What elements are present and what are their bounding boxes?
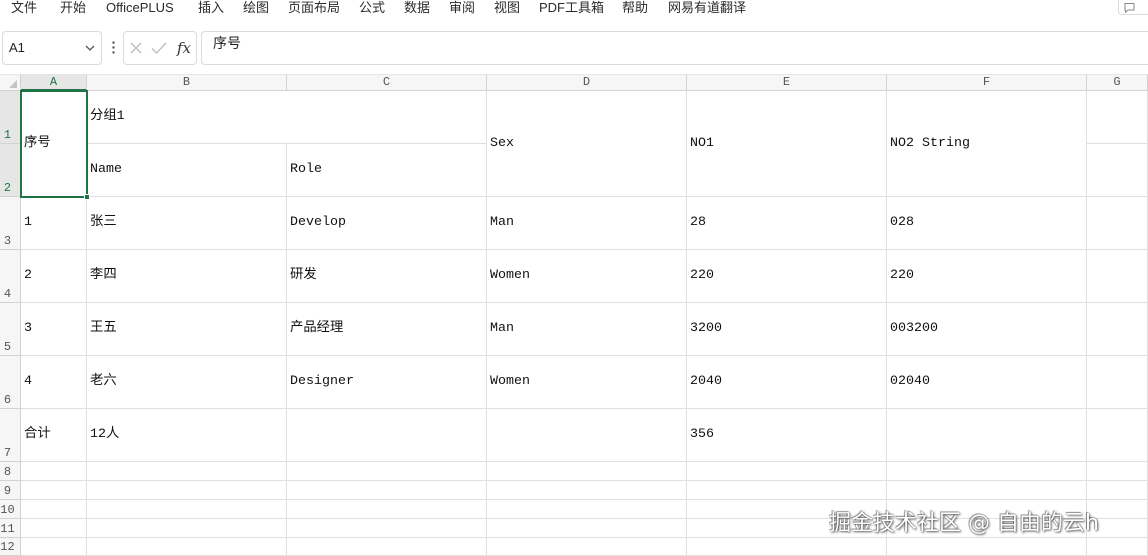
cell-f12[interactable]	[887, 538, 1087, 556]
cell-a1[interactable]: 序号	[21, 91, 87, 197]
row-header-11[interactable]: 11	[0, 519, 21, 538]
row-header-3[interactable]: 3	[0, 197, 21, 250]
row-header-9[interactable]: 9	[0, 481, 21, 500]
column-header-b[interactable]: B	[87, 74, 287, 91]
cell-b12[interactable]	[87, 538, 287, 556]
cell-b2[interactable]: Name	[87, 144, 287, 197]
cell-b1[interactable]: 分组1	[87, 91, 487, 144]
cell-a5[interactable]: 3	[21, 303, 87, 356]
cell-a11[interactable]	[21, 519, 87, 538]
cell-f7[interactable]	[887, 409, 1087, 462]
cell-d3[interactable]: Man	[487, 197, 687, 250]
cell-e5[interactable]: 3200	[687, 303, 887, 356]
cell-g2[interactable]	[1087, 144, 1148, 197]
cell-f5[interactable]: 003200	[887, 303, 1087, 356]
cell-c7[interactable]	[287, 409, 487, 462]
cell-g3[interactable]	[1087, 197, 1148, 250]
cell-e9[interactable]	[687, 481, 887, 500]
cell-a12[interactable]	[21, 538, 87, 556]
cell-b10[interactable]	[87, 500, 287, 519]
cell-e6[interactable]: 2040	[687, 356, 887, 409]
cell-c12[interactable]	[287, 538, 487, 556]
cell-d5[interactable]: Man	[487, 303, 687, 356]
cell-c9[interactable]	[287, 481, 487, 500]
cell-c5[interactable]: 产品经理	[287, 303, 487, 356]
row-header-12[interactable]: 12	[0, 538, 21, 556]
column-header-d[interactable]: D	[487, 74, 687, 91]
cell-e3[interactable]: 28	[687, 197, 887, 250]
cell-e4[interactable]: 220	[687, 250, 887, 303]
column-header-a[interactable]: A	[21, 74, 87, 91]
cell-f6[interactable]: 02040	[887, 356, 1087, 409]
cell-e7[interactable]: 356	[687, 409, 887, 462]
cell-e1[interactable]: NO1	[687, 91, 887, 197]
cell-c6[interactable]: Designer	[287, 356, 487, 409]
sheet-grid: A B C D E F G 1 2 3 4 5 6 7 8 9 10 11 12 序号 分组1 Sex NO1 NO2 Str…	[0, 0, 1148, 556]
row-header-8[interactable]: 8	[0, 462, 21, 481]
fill-handle[interactable]	[84, 194, 90, 200]
cell-f1[interactable]: NO2 String	[887, 91, 1087, 197]
cell-c2[interactable]: Role	[287, 144, 487, 197]
cell-c10[interactable]	[287, 500, 487, 519]
cell-g8[interactable]	[1087, 462, 1148, 481]
cell-b9[interactable]	[87, 481, 287, 500]
cell-b11[interactable]	[87, 519, 287, 538]
cell-d10[interactable]	[487, 500, 687, 519]
select-all-triangle-icon	[9, 80, 17, 88]
column-header-g[interactable]: G	[1087, 74, 1148, 91]
cell-b8[interactable]	[87, 462, 287, 481]
cell-d1[interactable]: Sex	[487, 91, 687, 197]
row-header-2[interactable]: 2	[0, 144, 21, 197]
spreadsheet-app: 文件 开始 OfficePLUS 插入 绘图 页面布局 公式 数据 审阅 视图 …	[0, 0, 1148, 556]
cell-a10[interactable]	[21, 500, 87, 519]
cell-b3[interactable]: 张三	[87, 197, 287, 250]
cell-g6[interactable]	[1087, 356, 1148, 409]
cell-c11[interactable]	[287, 519, 487, 538]
select-all-corner[interactable]	[0, 74, 21, 91]
row-header-6[interactable]: 6	[0, 356, 21, 409]
cell-d8[interactable]	[487, 462, 687, 481]
cell-a6[interactable]: 4	[21, 356, 87, 409]
column-header-c[interactable]: C	[287, 74, 487, 91]
cell-g7[interactable]	[1087, 409, 1148, 462]
cell-a3[interactable]: 1	[21, 197, 87, 250]
cell-d11[interactable]	[487, 519, 687, 538]
column-header-f[interactable]: F	[887, 74, 1087, 91]
cell-f9[interactable]	[887, 481, 1087, 500]
cell-d9[interactable]	[487, 481, 687, 500]
cell-f3[interactable]: 028	[887, 197, 1087, 250]
cell-b4[interactable]: 李四	[87, 250, 287, 303]
row-header-1[interactable]: 1	[0, 91, 21, 144]
cell-g9[interactable]	[1087, 481, 1148, 500]
cell-d7[interactable]	[487, 409, 687, 462]
watermark-text: 掘金技术社区 @ 自由的云h	[829, 511, 1099, 536]
cell-d12[interactable]	[487, 538, 687, 556]
row-header-7[interactable]: 7	[0, 409, 21, 462]
cell-f8[interactable]	[887, 462, 1087, 481]
cell-g4[interactable]	[1087, 250, 1148, 303]
cell-g1[interactable]	[1087, 91, 1148, 144]
cell-g5[interactable]	[1087, 303, 1148, 356]
cell-a4[interactable]: 2	[21, 250, 87, 303]
cell-a7[interactable]: 合计	[21, 409, 87, 462]
cell-g12[interactable]	[1087, 538, 1148, 556]
column-header-e[interactable]: E	[687, 74, 887, 91]
cell-c8[interactable]	[287, 462, 487, 481]
cell-a9[interactable]	[21, 481, 87, 500]
cell-d4[interactable]: Women	[487, 250, 687, 303]
cell-d6[interactable]: Women	[487, 356, 687, 409]
row-header-10[interactable]: 10	[0, 500, 21, 519]
cell-b5[interactable]: 王五	[87, 303, 287, 356]
row-header-5[interactable]: 5	[0, 303, 21, 356]
row-header-4[interactable]: 4	[0, 250, 21, 303]
cell-b6[interactable]: 老六	[87, 356, 287, 409]
cell-b7[interactable]: 12人	[87, 409, 287, 462]
cell-f4[interactable]: 220	[887, 250, 1087, 303]
cell-e8[interactable]	[687, 462, 887, 481]
cell-a8[interactable]	[21, 462, 87, 481]
cell-c4[interactable]: 研发	[287, 250, 487, 303]
cell-e12[interactable]	[687, 538, 887, 556]
cell-c3[interactable]: Develop	[287, 197, 487, 250]
